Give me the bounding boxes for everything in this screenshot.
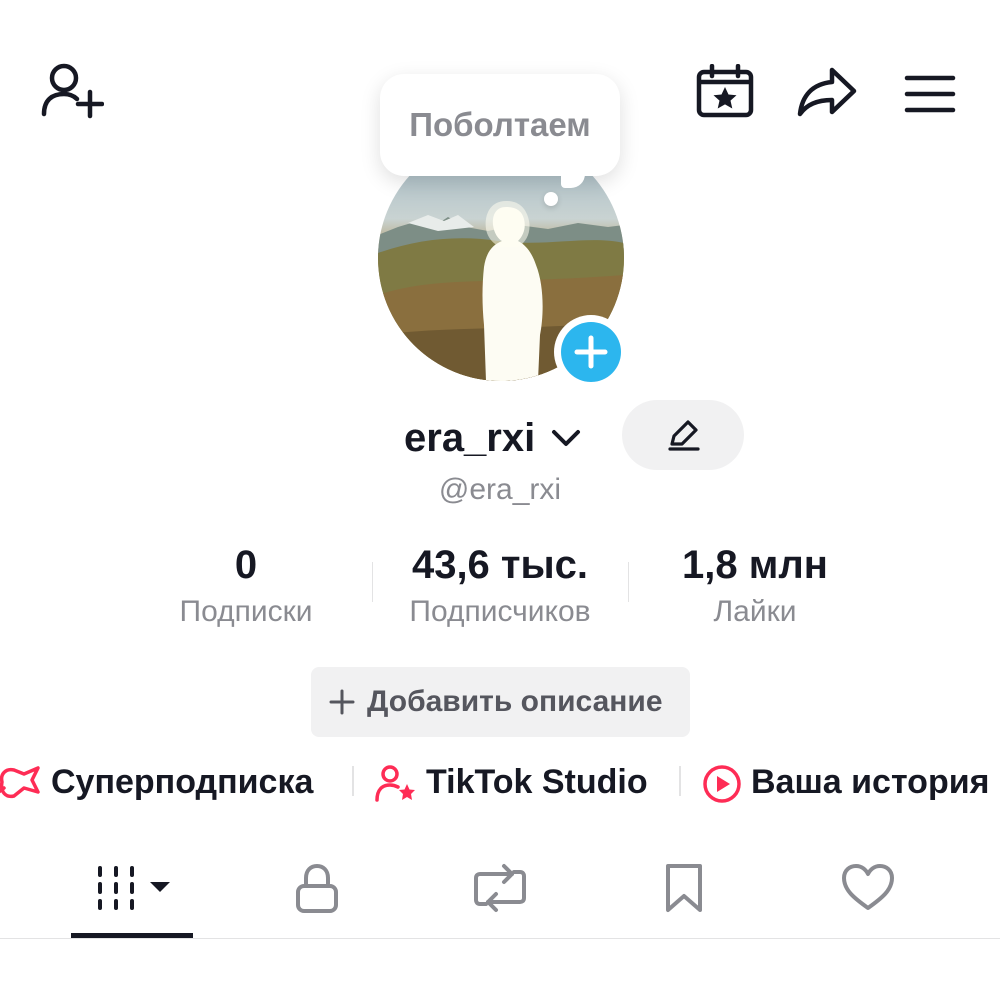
edit-profile-button[interactable] bbox=[622, 400, 744, 470]
shortcut-tiktok-studio[interactable]: TikTok Studio bbox=[374, 758, 664, 806]
bookmark-icon bbox=[666, 864, 702, 912]
menu-icon[interactable] bbox=[904, 74, 956, 114]
repost-icon bbox=[474, 864, 526, 912]
stat-label: Лайки bbox=[713, 595, 797, 628]
tab-reposts[interactable] bbox=[472, 860, 528, 920]
add-description-button[interactable]: Добавить описание bbox=[311, 667, 690, 737]
stat-divider bbox=[372, 562, 373, 602]
shortcut-divider bbox=[679, 766, 681, 796]
superfollow-icon bbox=[0, 766, 40, 799]
shortcut-label: TikTok Studio bbox=[426, 763, 648, 801]
stat-divider bbox=[628, 562, 629, 602]
stat-value: 43,6 тыс. bbox=[411, 543, 589, 587]
videos-grid-icon bbox=[98, 866, 170, 910]
profile-page: Поболтаем era_rxi @era_rxi 0 Подписки 43… bbox=[0, 0, 1000, 1000]
plus-icon bbox=[329, 689, 355, 715]
calendar-star-icon[interactable] bbox=[696, 64, 754, 118]
add-story-button[interactable] bbox=[554, 315, 628, 389]
name-row: era_rxi bbox=[0, 400, 1000, 470]
shortcut-label: Суперподписка bbox=[51, 763, 314, 801]
stat-following[interactable]: 0 Подписки bbox=[160, 540, 332, 634]
heart-icon bbox=[842, 864, 894, 910]
shortcut-label: Ваша история bbox=[751, 763, 990, 801]
status-bubble[interactable]: Поболтаем bbox=[380, 74, 620, 188]
user-handle: @era_rxi bbox=[438, 473, 562, 506]
tab-favorites[interactable] bbox=[662, 860, 706, 920]
play-circle-icon bbox=[703, 765, 741, 803]
pencil-icon bbox=[668, 420, 700, 451]
chevron-down-icon[interactable] bbox=[550, 426, 582, 450]
stat-label: Подписчиков bbox=[409, 595, 591, 628]
stat-followers[interactable]: 43,6 тыс. Подписчиков bbox=[384, 540, 616, 634]
tab-videos[interactable] bbox=[96, 860, 176, 920]
status-bubble-text: Поболтаем bbox=[409, 106, 591, 143]
stat-label: Подписки bbox=[179, 595, 313, 628]
stat-likes[interactable]: 1,8 млн Лайки bbox=[660, 540, 850, 634]
creator-star-icon bbox=[375, 765, 415, 802]
share-icon[interactable] bbox=[796, 66, 858, 118]
shortcut-superfollow[interactable]: Суперподписка bbox=[0, 758, 334, 806]
username[interactable]: era_rxi bbox=[404, 410, 535, 466]
tab-liked[interactable] bbox=[840, 860, 896, 920]
stat-value: 0 bbox=[234, 543, 258, 587]
add-description-label: Добавить описание bbox=[367, 685, 663, 718]
plus-icon bbox=[574, 335, 608, 369]
bubble-dot bbox=[544, 192, 558, 206]
add-friend-icon[interactable] bbox=[40, 62, 104, 120]
stat-value: 1,8 млн bbox=[682, 543, 828, 587]
shortcut-your-story[interactable]: Ваша история bbox=[700, 758, 1000, 806]
shortcut-divider bbox=[352, 766, 354, 796]
tab-private[interactable] bbox=[294, 860, 340, 920]
lock-icon bbox=[296, 863, 338, 913]
tabs-divider bbox=[0, 938, 1000, 939]
